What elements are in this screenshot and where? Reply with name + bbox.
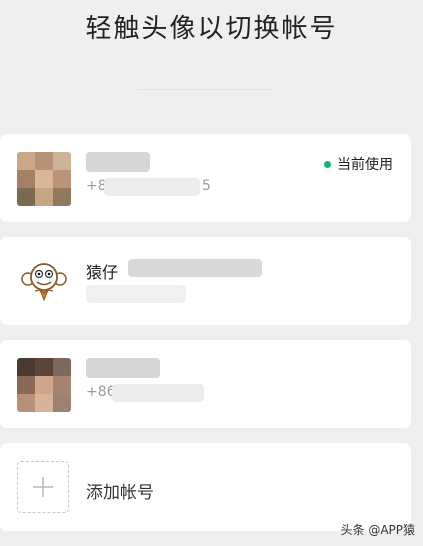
watermark: 头条 @APP猿	[340, 523, 416, 537]
current-status: 当前使用	[324, 154, 393, 174]
account-card-1[interactable]: +8 5 当前使用	[0, 134, 411, 222]
redacted-name	[86, 152, 150, 172]
title-divider	[138, 89, 274, 90]
account-phone-suffix: 5	[202, 178, 211, 194]
account-card-3[interactable]: +86	[0, 340, 411, 428]
account-name: 猿仔	[86, 263, 119, 282]
redacted-name	[128, 259, 262, 277]
add-account-button[interactable]	[17, 461, 69, 513]
add-account-label: 添加帐号	[86, 483, 154, 503]
plus-icon	[33, 477, 53, 497]
avatar[interactable]	[17, 358, 71, 412]
add-account-card[interactable]: 添加帐号	[0, 443, 411, 531]
account-card-2[interactable]: 猿仔	[0, 237, 411, 325]
avatar-monkey-icon[interactable]	[17, 255, 71, 309]
redacted-name	[86, 358, 160, 378]
page-title: 轻触头像以切换帐号	[85, 14, 338, 44]
redacted-phone	[86, 285, 186, 303]
redacted-phone	[112, 384, 204, 402]
redacted-phone	[104, 178, 200, 196]
status-dot-icon	[324, 160, 331, 168]
status-label: 当前使用	[337, 157, 393, 173]
avatar[interactable]	[17, 152, 71, 206]
